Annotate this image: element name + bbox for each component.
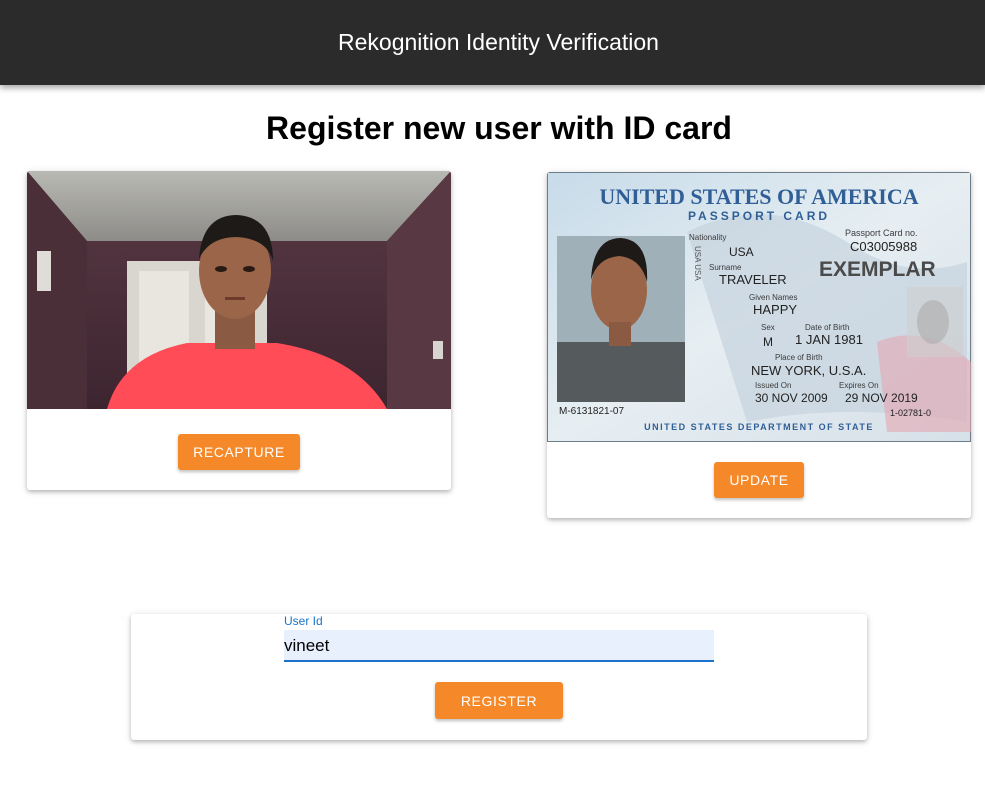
surname-label: Surname xyxy=(709,263,742,272)
nationality-label: Nationality xyxy=(689,233,726,242)
user-id-input[interactable] xyxy=(284,630,714,662)
card-header: UNITED STATES OF AMERICA xyxy=(599,184,918,209)
page-title: Register new user with ID card xyxy=(266,110,732,146)
card-footer: UNITED STATES DEPARTMENT OF STATE xyxy=(644,422,874,432)
card-subheader: PASSPORT CARD xyxy=(688,209,830,223)
exemplar-text: EXEMPLAR xyxy=(819,258,936,281)
sex-value: M xyxy=(763,335,773,349)
given-names-label: Given Names xyxy=(749,293,797,302)
recapture-button[interactable]: RECAPTURE xyxy=(178,434,300,470)
passport-card-image: UNITED STATES OF AMERICA PASSPORT CARD N… xyxy=(547,172,971,442)
card-no-label: Passport Card no. xyxy=(845,228,918,238)
register-button[interactable]: REGISTER xyxy=(435,682,563,719)
surname-value: TRAVELER xyxy=(719,272,787,287)
pob-value: NEW YORK, U.S.A. xyxy=(751,363,866,378)
dob-label: Date of Birth xyxy=(805,323,849,332)
nationality-value: USA xyxy=(729,245,754,259)
sex-label: Sex xyxy=(761,323,775,332)
issued-label: Issued On xyxy=(755,381,791,390)
selfie-photo xyxy=(27,171,451,409)
pob-label: Place of Birth xyxy=(775,353,823,362)
dob-value: 1 JAN 1981 xyxy=(795,332,863,347)
right-code: 1-02781-0 xyxy=(890,408,931,418)
card-no-value: C03005988 xyxy=(850,239,917,254)
app-title: Rekognition Identity Verification xyxy=(338,29,659,55)
expires-label: Expires On xyxy=(839,381,879,390)
selfie-card: RECAPTURE xyxy=(27,171,451,490)
issued-value: 30 NOV 2009 xyxy=(755,391,828,405)
given-names-value: HAPPY xyxy=(753,302,797,317)
update-button[interactable]: UPDATE xyxy=(714,462,804,498)
app-bar: Rekognition Identity Verification xyxy=(0,0,985,85)
left-code: M-6131821-07 xyxy=(559,406,624,417)
id-card: UNITED STATES OF AMERICA PASSPORT CARD N… xyxy=(547,172,971,518)
user-id-label: User Id xyxy=(284,614,323,628)
register-form: User Id REGISTER xyxy=(131,614,867,740)
expires-value: 29 NOV 2019 xyxy=(845,391,918,405)
card-side-text: USA USA xyxy=(693,246,702,281)
